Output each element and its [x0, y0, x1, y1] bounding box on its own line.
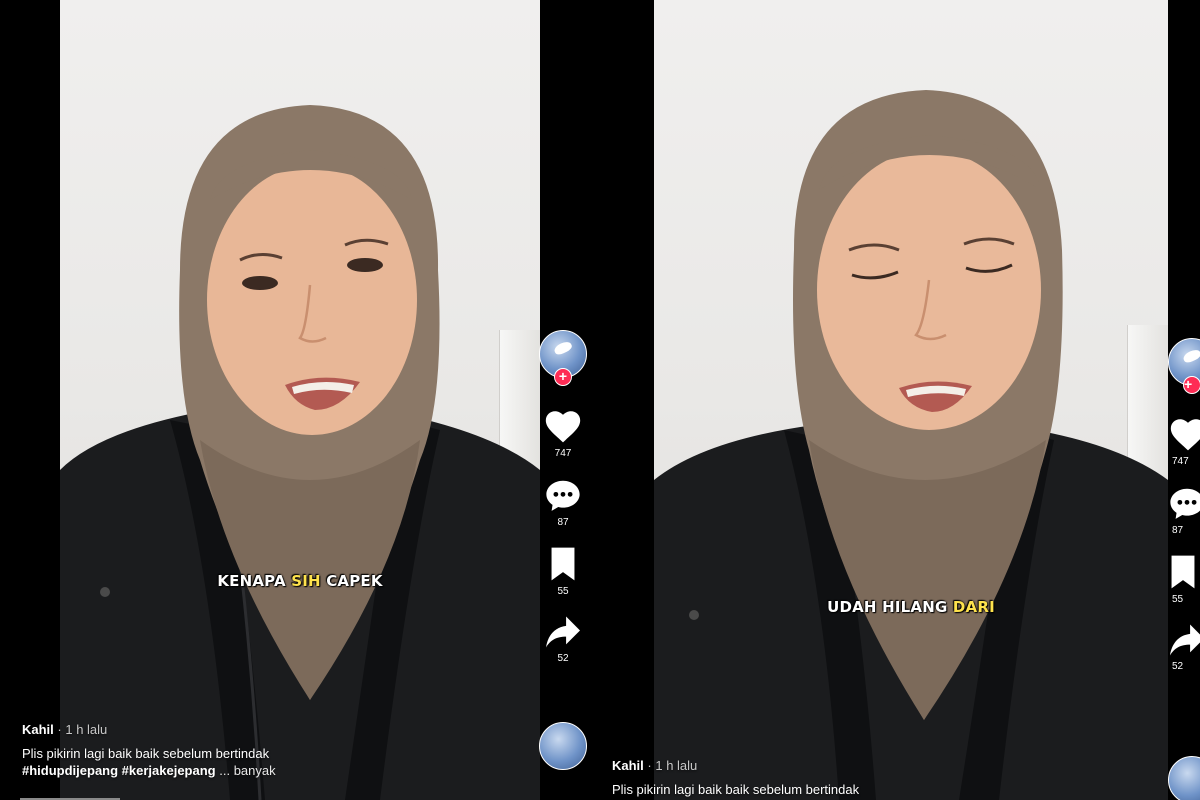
see-more-link[interactable]: ... banyak: [219, 763, 275, 778]
video-post-1: KENAPA SIH CAPEK Kahil · 1 h lalu Plis p…: [0, 0, 600, 800]
like-button[interactable]: 747: [538, 408, 588, 459]
save-count: 55: [1172, 594, 1184, 605]
post-time: · 1 h lalu: [647, 758, 698, 773]
share-icon: [546, 616, 580, 648]
save-button[interactable]: 55: [1168, 554, 1200, 605]
video-player-1[interactable]: KENAPA SIH CAPEK: [60, 0, 540, 800]
post-description: Plis pikirin lagi baik baik sebelum bert…: [612, 781, 860, 797]
comment-button[interactable]: 87: [1168, 485, 1200, 536]
save-button[interactable]: 55: [538, 546, 588, 597]
post-info-1: Kahil · 1 h lalu Plis pikirin lagi baik …: [22, 721, 442, 780]
like-button[interactable]: 747: [1168, 416, 1200, 467]
caption-text: KENAPA: [217, 572, 292, 590]
video-person: [654, 90, 1168, 800]
follow-plus-icon[interactable]: +: [1183, 376, 1200, 394]
like-count: 747: [554, 448, 572, 459]
share-count: 52: [557, 653, 569, 664]
video-caption-2: UDAH HILANG DARI: [654, 598, 1168, 616]
follow-plus-icon[interactable]: +: [554, 368, 572, 386]
like-count: 747: [1172, 456, 1189, 467]
share-icon: [1170, 624, 1200, 656]
post-hashtags[interactable]: #hidupdijepang #kerjakejepang: [22, 763, 216, 778]
caption-text: UDAH HILANG: [827, 598, 953, 616]
comment-count: 87: [557, 517, 569, 528]
bookmark-icon: [551, 547, 575, 581]
creator-avatar[interactable]: +: [539, 330, 587, 386]
bookmark-icon: [1171, 555, 1195, 589]
heart-icon: [545, 411, 581, 443]
comment-icon: [1170, 488, 1200, 519]
author-name[interactable]: Kahil: [22, 722, 54, 737]
save-count: 55: [557, 586, 569, 597]
comment-icon: [546, 480, 580, 511]
action-rail-2: + 747 87 55 52: [1168, 338, 1200, 672]
share-button[interactable]: 52: [538, 615, 588, 664]
heart-icon: [1170, 419, 1200, 451]
video-player-2[interactable]: UDAH HILANG DARI: [654, 0, 1168, 800]
caption-text: CAPEK: [320, 572, 383, 590]
caption-highlight: DARI: [952, 598, 995, 616]
next-creator-avatar[interactable]: [539, 722, 587, 770]
post-time: · 1 h lalu: [57, 722, 108, 737]
post-info-2: Kahil · 1 h lalu Plis pikirin lagi baik …: [612, 757, 1032, 798]
video-post-2: UDAH HILANG DARI Kahil · 1 h lalu Plis p…: [608, 0, 1200, 800]
post-description: Plis pikirin lagi baik baik sebelum bert…: [22, 745, 270, 761]
action-rail-1: + 747 87 55 52: [538, 330, 588, 664]
share-button[interactable]: 52: [1168, 623, 1200, 672]
video-caption-1: KENAPA SIH CAPEK: [60, 572, 540, 590]
tiktok-feed-screen: KENAPA SIH CAPEK Kahil · 1 h lalu Plis p…: [0, 0, 1200, 800]
creator-avatar[interactable]: +: [1168, 338, 1200, 394]
comment-button[interactable]: 87: [538, 477, 588, 528]
author-name[interactable]: Kahil: [612, 758, 644, 773]
video-person: [60, 105, 540, 800]
comment-count: 87: [1172, 525, 1184, 536]
next-creator-avatar[interactable]: [1168, 756, 1200, 800]
caption-highlight: SIH: [291, 572, 321, 590]
share-count: 52: [1172, 661, 1184, 672]
